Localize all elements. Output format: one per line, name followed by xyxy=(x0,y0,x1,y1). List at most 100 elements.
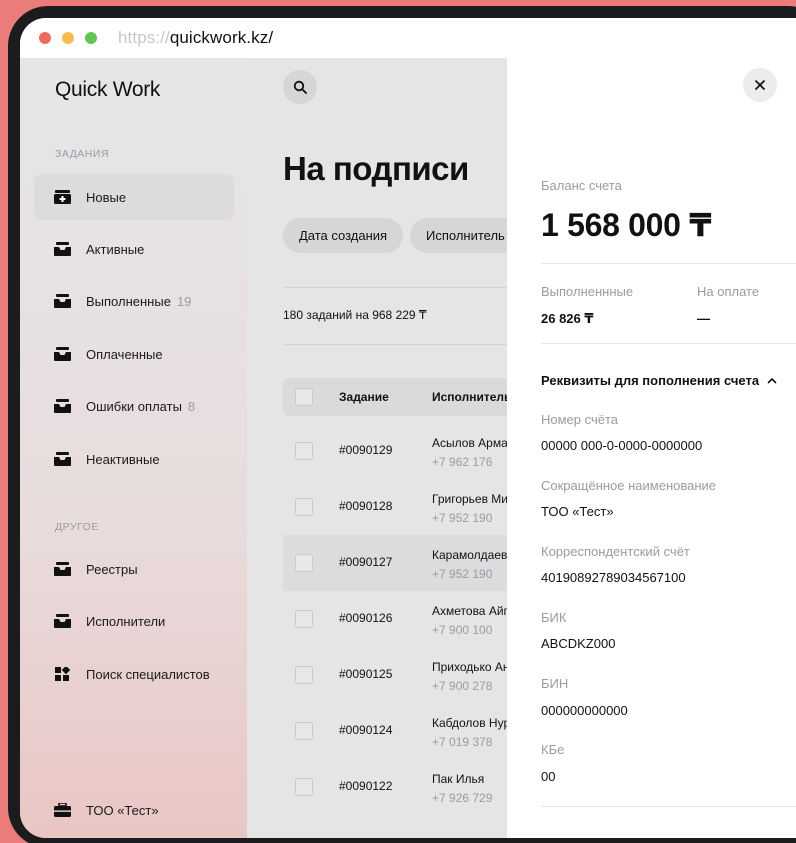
table-row[interactable]: #0090125 Приходько Анна +7 900 278 xyxy=(283,647,507,703)
divider xyxy=(541,343,796,344)
close-window-button[interactable] xyxy=(39,32,51,44)
close-panel-button[interactable] xyxy=(743,68,777,102)
executor-name: Пак Илья xyxy=(432,772,485,786)
table-row[interactable]: #0090127 Карамолдаев +7 952 190 xyxy=(283,535,507,591)
sidebar-item-active[interactable]: Активные xyxy=(34,226,234,272)
column-header-task[interactable]: Задание xyxy=(339,390,389,404)
executor-phone: +7 900 100 xyxy=(432,623,493,637)
sidebar: Quick Work ЗАДАНИЯ Новые Активные Выполн… xyxy=(20,58,247,838)
executor-phone: +7 926 729 xyxy=(432,791,493,805)
grid-icon xyxy=(55,667,71,681)
sidebar-item-done[interactable]: Выполненные 19 xyxy=(34,278,234,324)
sidebar-item-new[interactable]: Новые xyxy=(34,174,234,220)
table-row[interactable]: #0090122 Пак Илья +7 926 729 xyxy=(283,759,507,815)
filter-created-date[interactable]: Дата создания xyxy=(283,218,404,253)
table-row[interactable]: #0090126 Ахметова Айгуль +7 900 100 xyxy=(283,591,507,647)
field-label: Сокращённое наименование xyxy=(541,478,717,493)
bin-value: 000000000000 xyxy=(541,703,628,718)
row-checkbox[interactable] xyxy=(295,554,313,572)
table-header: Задание Исполнитель xyxy=(283,378,507,416)
search-button[interactable] xyxy=(283,70,317,104)
sidebar-item-find-specialists[interactable]: Поиск специалистов xyxy=(34,651,234,697)
sidebar-item-executors[interactable]: Исполнители xyxy=(34,598,234,644)
inbox-icon xyxy=(54,452,71,466)
row-checkbox[interactable] xyxy=(295,778,313,796)
sidebar-item-label: Новые xyxy=(86,189,127,205)
sidebar-item-count: 19 xyxy=(176,293,192,309)
inbox-icon xyxy=(54,614,71,628)
task-id: #0090129 xyxy=(339,443,393,457)
divider xyxy=(541,806,796,807)
executor-phone: +7 952 190 xyxy=(432,567,493,581)
url-protocol: https:// xyxy=(118,28,170,47)
field-label: БИН xyxy=(541,676,569,691)
row-checkbox[interactable] xyxy=(295,666,313,684)
executor-phone: +7 019 378 xyxy=(432,735,493,749)
divider xyxy=(283,344,507,345)
column-header-executor[interactable]: Исполнитель xyxy=(432,390,507,404)
sidebar-item-payment-errors[interactable]: Ошибки оплаты 8 xyxy=(34,383,234,429)
task-id: #0090122 xyxy=(339,779,393,793)
executor-name: Ахметова Айгуль xyxy=(432,604,507,618)
field-label: КБе xyxy=(541,742,565,757)
briefcase-icon xyxy=(54,803,71,817)
inbox-icon xyxy=(54,347,71,361)
inbox-plus-icon xyxy=(54,190,71,204)
sidebar-item-registries[interactable]: Реестры xyxy=(34,546,234,592)
maximize-window-button[interactable] xyxy=(85,32,97,44)
balance-label: Баланс счета xyxy=(541,178,622,193)
section-label-tasks: ЗАДАНИЯ xyxy=(55,148,110,160)
company-switcher[interactable]: ТОО «Тест» xyxy=(34,787,234,833)
url-field[interactable]: https://quickwork.kz/ xyxy=(118,28,273,48)
inbox-icon xyxy=(54,294,71,308)
sidebar-item-label: Оплаченные xyxy=(86,346,163,362)
executor-phone: +7 962 176 xyxy=(432,455,493,469)
close-icon xyxy=(755,80,765,90)
minimize-window-button[interactable] xyxy=(62,32,74,44)
field-label: БИК xyxy=(541,610,567,625)
sidebar-item-label: Поиск специалистов xyxy=(86,666,210,682)
divider xyxy=(541,263,796,264)
table-row[interactable]: #0090124 Кабдолов Нурлан +7 019 378 xyxy=(283,703,507,759)
executor-name: Приходько Анна xyxy=(432,660,507,674)
section-label-other: ДРУГОЕ xyxy=(55,521,99,533)
payment-value: — xyxy=(697,311,710,326)
inbox-icon xyxy=(54,399,71,413)
page-title: На подписи xyxy=(283,150,469,187)
row-checkbox[interactable] xyxy=(295,498,313,516)
bik-value: ABCDKZ000 xyxy=(541,636,616,651)
row-checkbox[interactable] xyxy=(295,610,313,628)
task-id: #0090127 xyxy=(339,555,393,569)
sidebar-item-label: Реестры xyxy=(86,561,138,577)
table-row[interactable]: #0090128 Григорьев Михаил +7 952 190 xyxy=(283,479,507,535)
field-label: Корреспондентский счёт xyxy=(541,544,690,559)
sidebar-item-label: Ошибки оплаты xyxy=(86,398,182,414)
row-checkbox[interactable] xyxy=(295,722,313,740)
sidebar-item-inactive[interactable]: Неактивные xyxy=(34,436,234,482)
browser-window: https://quickwork.kz/ Quick Work ЗАДАНИЯ… xyxy=(20,18,796,838)
row-checkbox[interactable] xyxy=(295,442,313,460)
select-all-checkbox[interactable] xyxy=(295,388,313,406)
sidebar-item-label: Выполненные xyxy=(86,293,171,309)
short-name-value: ТОО «Тест» xyxy=(541,504,614,519)
url-host: quickwork.kz/ xyxy=(169,28,274,47)
sidebar-item-paid[interactable]: Оплаченные xyxy=(34,331,234,377)
inbox-icon xyxy=(54,242,71,256)
table-row[interactable]: #0090129 Асылов Арман +7 962 176 xyxy=(283,423,507,479)
filter-executor[interactable]: Исполнитель xyxy=(410,218,507,253)
done-value: 26 826 ₸ xyxy=(541,311,594,326)
search-icon xyxy=(293,80,307,94)
divider xyxy=(283,287,507,288)
address-bar: https://quickwork.kz/ xyxy=(20,18,796,58)
sidebar-item-label: Активные xyxy=(86,241,145,257)
requisites-title: Реквизиты для пополнения счета xyxy=(541,373,760,388)
sidebar-item-count: 8 xyxy=(187,398,196,414)
executor-name: Асылов Арман xyxy=(432,436,507,450)
company-name: ТОО «Тест» xyxy=(86,802,159,818)
executor-name: Карамолдаев xyxy=(432,548,507,562)
sidebar-item-label: Неактивные xyxy=(86,451,160,467)
balance-value: 1 568 000 ₸ xyxy=(541,207,712,243)
task-id: #0090124 xyxy=(339,723,393,737)
sidebar-item-label: Исполнители xyxy=(86,613,166,629)
requisites-toggle[interactable]: Реквизиты для пополнения счета xyxy=(541,373,777,388)
